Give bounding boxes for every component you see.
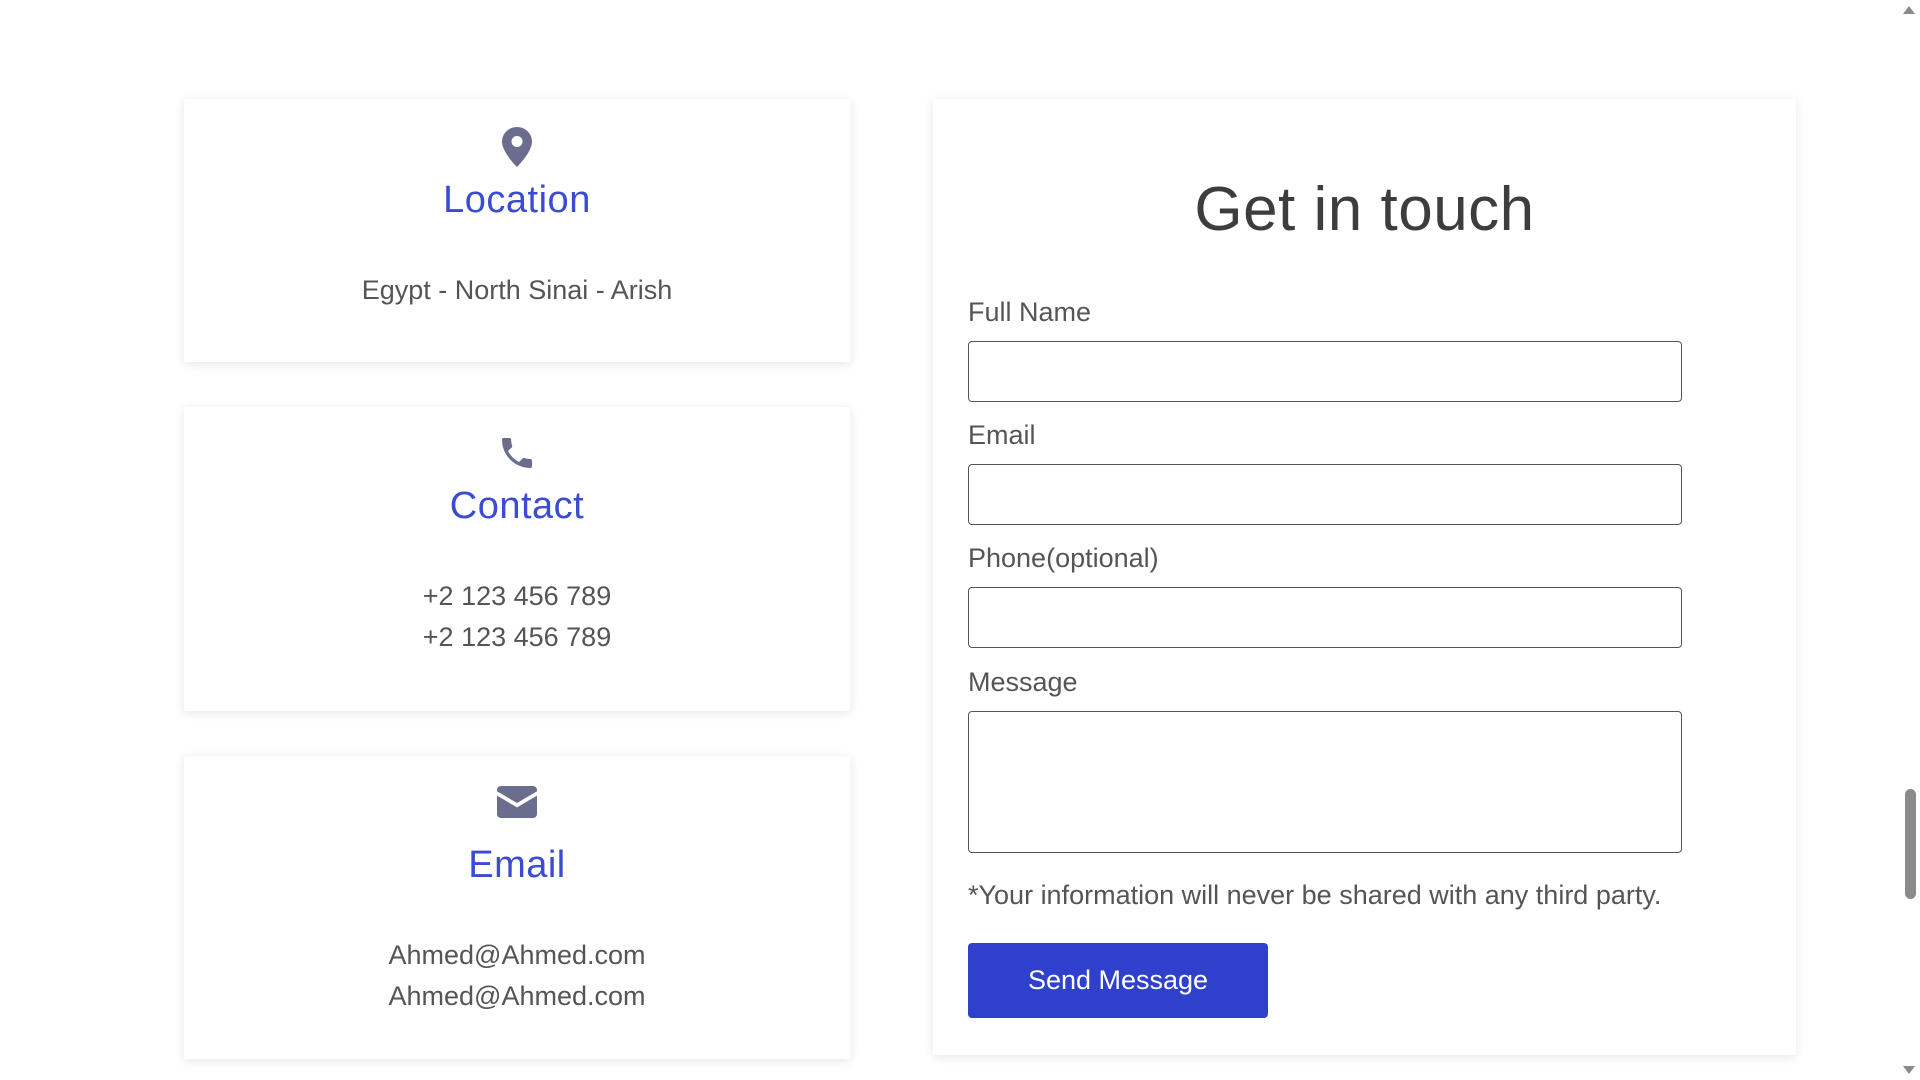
email-address-1: Ahmed@Ahmed.com — [388, 940, 646, 970]
map-pin-icon — [502, 127, 532, 167]
scroll-down-arrow-icon[interactable] — [1903, 1066, 1915, 1074]
send-message-button[interactable]: Send Message — [968, 943, 1268, 1018]
scrollbar-thumb[interactable] — [1905, 789, 1916, 899]
message-label: Message — [968, 667, 1078, 697]
full-name-group: Full Name — [968, 297, 1682, 402]
location-text: Egypt - North Sinai - Arish — [361, 275, 673, 305]
phone-input[interactable] — [968, 587, 1682, 648]
email-group: Email — [968, 420, 1682, 525]
page-scrollbar[interactable] — [1898, 0, 1920, 1080]
contact-page: Location Egypt - North Sinai - Arish Con… — [0, 0, 1920, 1080]
phone-number-2: +2 123 456 789 — [422, 622, 612, 652]
full-name-label: Full Name — [968, 297, 1092, 327]
contact-form: Get in touch Full Name Email Phone(optio… — [933, 99, 1796, 1055]
location-title: Location — [443, 179, 591, 221]
contact-card: Contact +2 123 456 789 +2 123 456 789 — [184, 407, 850, 711]
phone-group: Phone(optional) — [968, 543, 1682, 648]
location-card: Location Egypt - North Sinai - Arish — [184, 99, 850, 362]
scroll-up-arrow-icon[interactable] — [1903, 6, 1915, 14]
email-label: Email — [968, 420, 1036, 450]
email-card: Email Ahmed@Ahmed.com Ahmed@Ahmed.com — [184, 756, 850, 1059]
contact-title: Contact — [449, 485, 585, 527]
form-title: Get in touch — [1194, 175, 1535, 244]
privacy-disclaimer: *Your information will never be shared w… — [968, 880, 1662, 910]
envelope-icon — [497, 786, 537, 818]
phone-label: Phone(optional) — [968, 543, 1159, 573]
message-group: Message — [968, 667, 1682, 858]
phone-number-1: +2 123 456 789 — [422, 581, 612, 611]
email-address-2: Ahmed@Ahmed.com — [388, 981, 646, 1011]
email-input[interactable] — [968, 464, 1682, 525]
full-name-input[interactable] — [968, 341, 1682, 402]
message-textarea[interactable] — [968, 711, 1682, 853]
phone-icon — [502, 438, 532, 468]
email-title: Email — [468, 844, 566, 886]
